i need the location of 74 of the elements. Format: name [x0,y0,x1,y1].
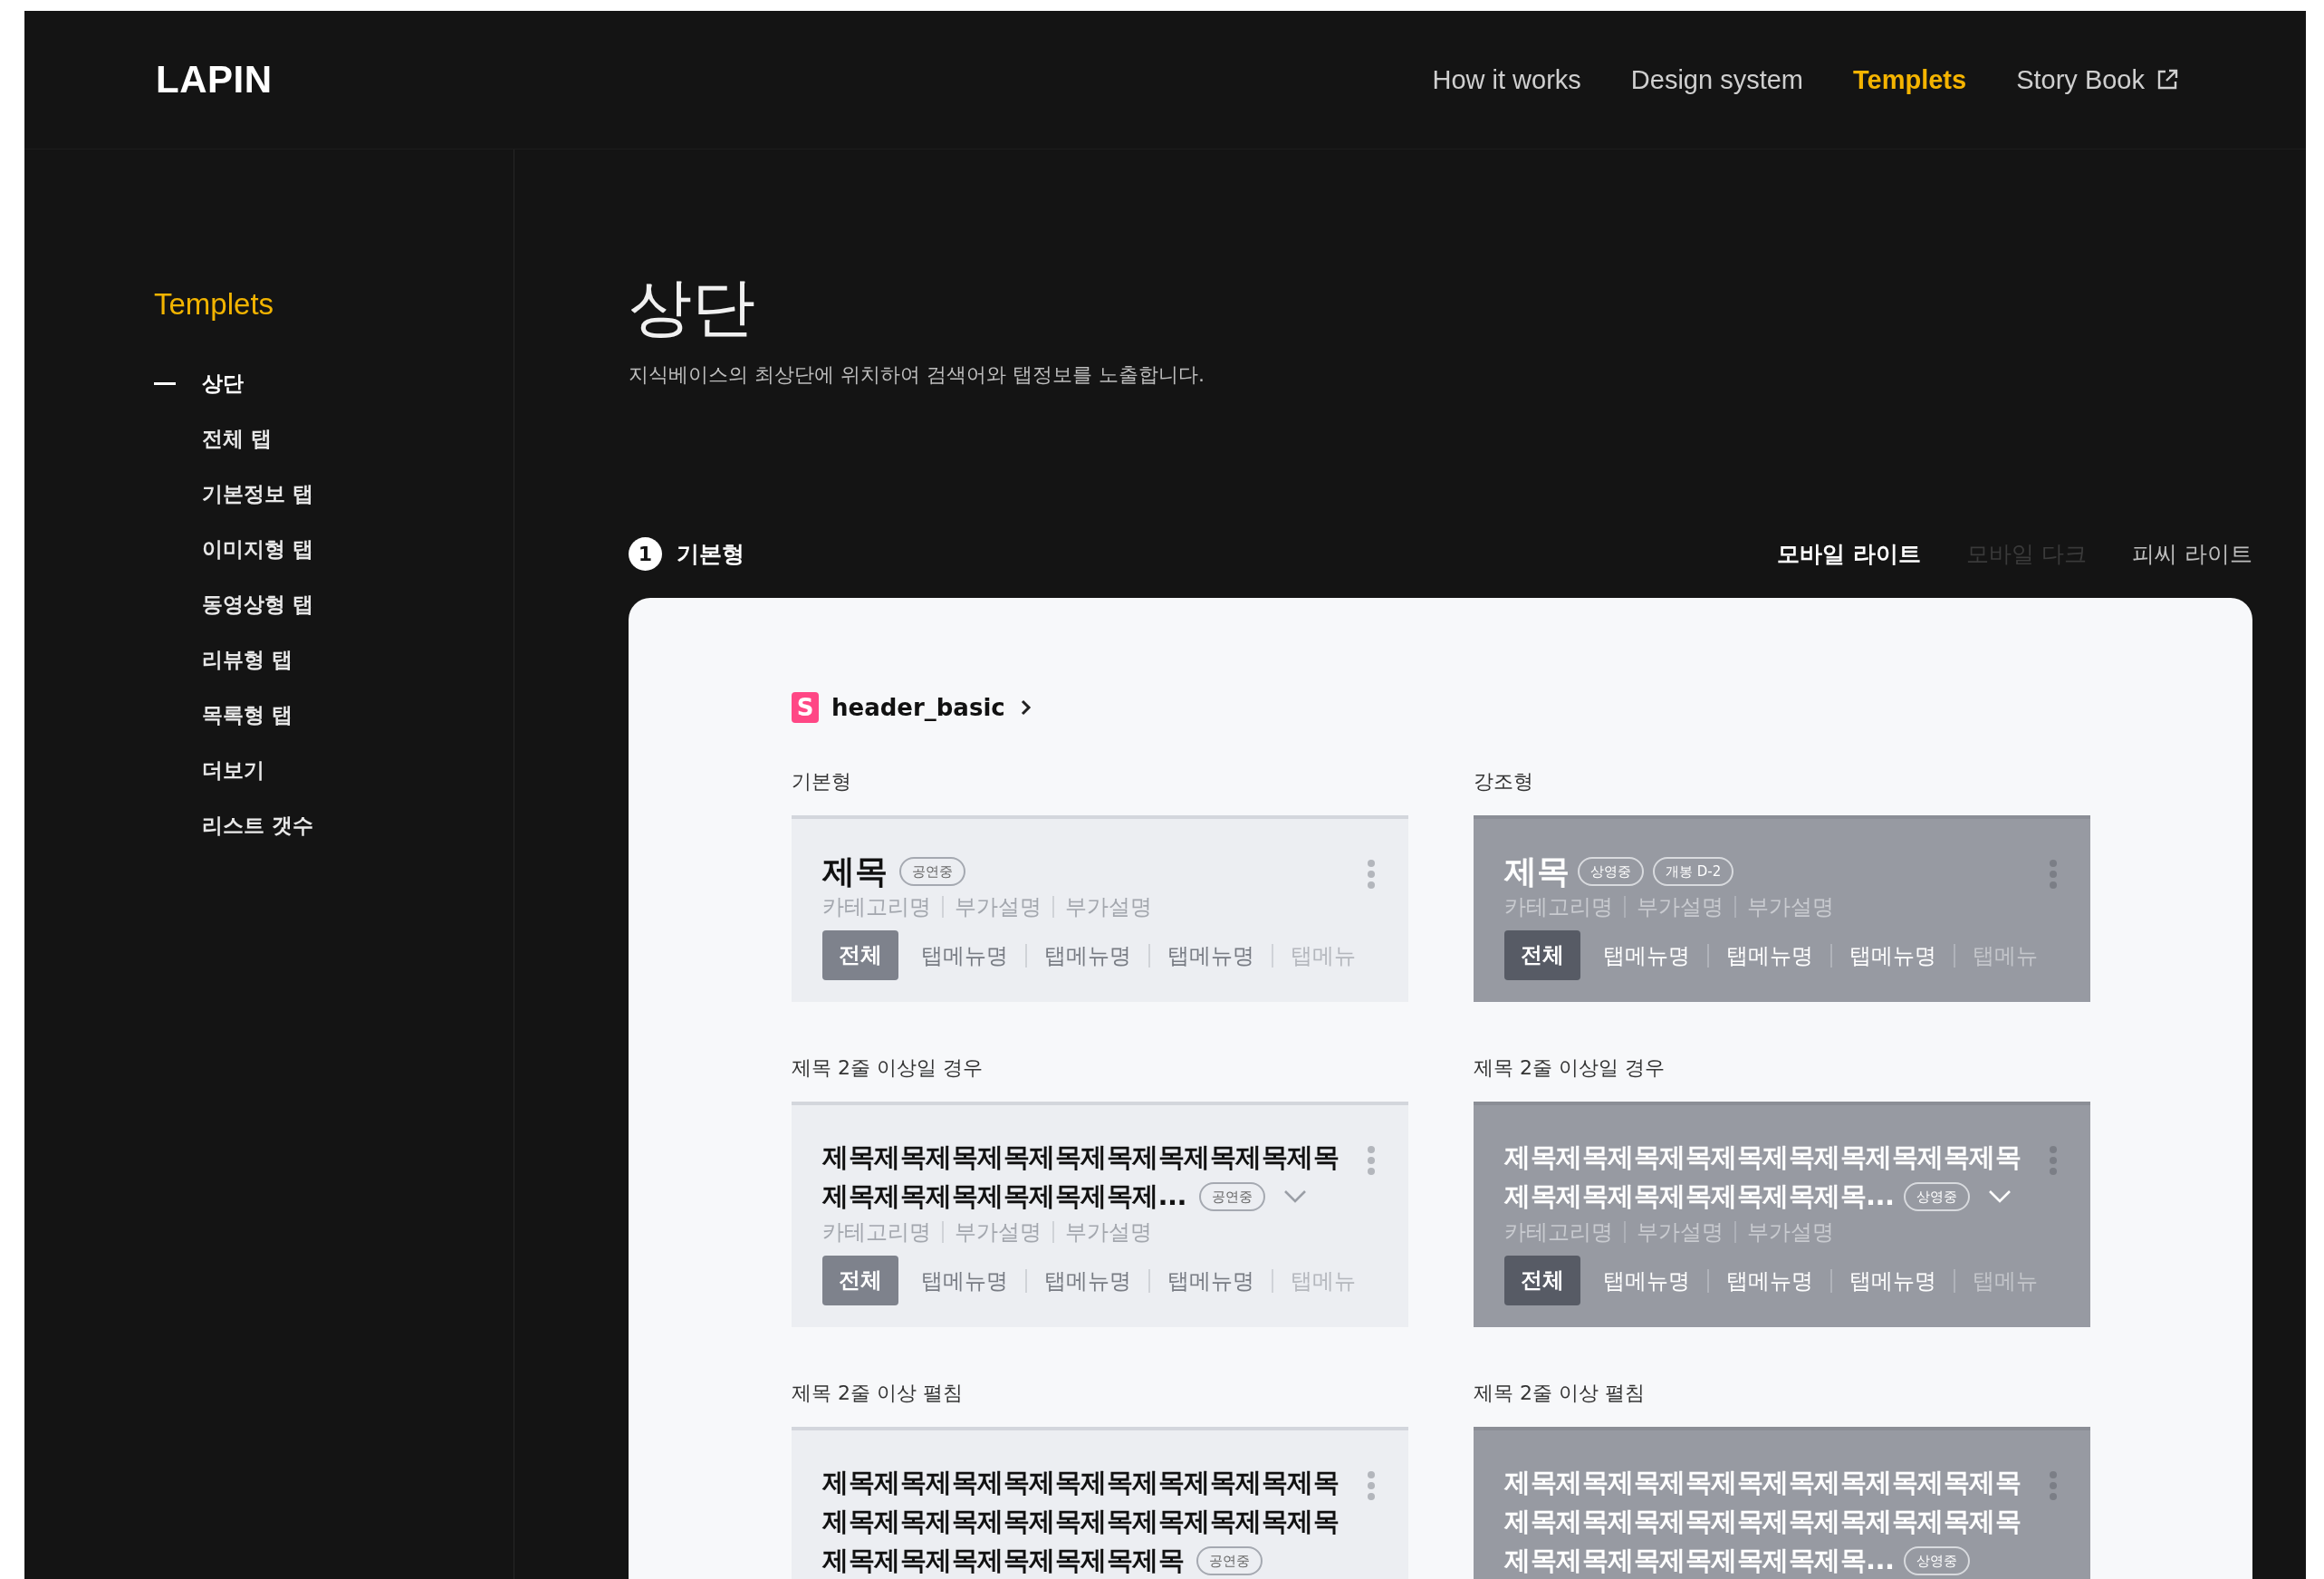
chevron-down-icon [1987,1189,2012,1204]
status-badge: 개봉 D-2 [1653,856,1734,886]
tab[interactable]: 탭메뉴명 [1148,1268,1272,1293]
meta-text: 부가설명 [1052,1221,1163,1243]
sidebar-item[interactable]: 동영상형 탭 [154,577,514,632]
example-label: 강조형 [1474,769,1534,794]
card-title: 제목제목제목제목제목제목제목제목제목제목 [822,1505,1339,1538]
example-label: 제목 2줄 이상 펼침 [792,1381,964,1406]
step-number: 1 [629,537,662,571]
example-label: 제목 2줄 이상일 경우 [792,1055,984,1081]
more-icon [1367,1145,1376,1176]
theme-tab[interactable]: 피씨 라이트 [2132,539,2252,569]
page-description: 지식베이스의 최상단에 위치하여 검색어와 탭정보를 노출합니다. [629,362,1205,388]
tab[interactable]: 전체 [822,1256,898,1305]
sidebar-item[interactable]: 리스트 갯수 [154,798,514,853]
sidebar-item[interactable]: 목록형 탭 [154,688,514,743]
more-icon [2049,1145,2058,1176]
section-title: 기본형 [677,540,744,569]
card-title: 제목제목제목제목제목제목제목제목제목제목 [1504,1141,2021,1174]
tab[interactable]: 탭메뉴명 [1148,943,1272,968]
meta-text: 카테고리명 [822,896,932,918]
tab[interactable]: 전체 [822,930,898,980]
sidebar-title: Templets [154,287,275,322]
card-title: 제목제목제목제목제목제목제목제목제목제목 [822,1141,1339,1174]
status-badge: 공연중 [1199,1181,1266,1211]
status-badge: 공연중 [899,856,965,886]
card-title: 제목제목제목제목제목제목제... [822,1179,1187,1213]
example-label: 기본형 [792,769,852,794]
logo[interactable]: LAPIN [156,58,273,101]
tab[interactable]: 탭메뉴명 [904,1268,1025,1293]
meta-text: 카테고리명 [822,1221,932,1243]
chevron-right-icon [1019,698,1032,717]
tab[interactable]: 전체 [1504,1256,1580,1305]
card-title: 제목제목제목제목제목제목제목제목제목제목 [1504,1466,2021,1499]
nav-link[interactable]: Templets [1853,64,1967,95]
meta-text: 부가설명 [942,1221,1052,1243]
status-badge: 상영중 [1578,856,1644,886]
more-icon [1367,1470,1376,1501]
s-logo-icon: S [792,692,819,723]
card-title: 제목 [822,852,887,891]
status-badge: 상영중 [1903,1545,1970,1575]
sidebar-item[interactable]: 전체 탭 [154,411,514,467]
chevron-down-icon [1283,1189,1308,1204]
more-icon [2049,1470,2058,1501]
sidebar-item[interactable]: 기본정보 탭 [154,467,514,522]
nav-link[interactable]: Story Book [2016,64,2179,95]
nav-link[interactable]: How it works [1432,64,1581,95]
nav-link[interactable]: Design system [1630,64,1803,95]
sidebar-item[interactable]: 리뷰형 탭 [154,632,514,688]
sidebar-item[interactable]: 이미지형 탭 [154,522,514,577]
meta-text: 부가설명 [942,896,1052,918]
tab[interactable]: 전체 [1504,930,1580,980]
example-label: 제목 2줄 이상 펼침 [1474,1381,1646,1406]
status-badge: 공연중 [1196,1545,1263,1575]
status-badge: 상영중 [1903,1181,1970,1211]
tab[interactable]: 탭메뉴명 [1025,1268,1148,1293]
more-icon [1367,859,1376,890]
tab[interactable]: 탭메뉴명 [904,943,1025,968]
card-title: 제목제목제목제목제목제목제목... [1504,1544,1895,1577]
card-title: 제목제목제목제목제목제목제목제목제목제목 [1504,1505,2021,1538]
theme-tab[interactable]: 모바일 라이트 [1777,539,1922,569]
external-link-icon [2156,68,2179,91]
page-title: 상단 [629,269,756,345]
card-title: 제목 [1504,852,1569,891]
card-title: 제목제목제목제목제목제목제목 [822,1544,1184,1577]
tab[interactable]: 탭메뉴명 [1025,943,1148,968]
card-title: 제목제목제목제목제목제목제목제목제목제목 [822,1466,1339,1499]
card-title: 제목제목제목제목제목제목제목... [1504,1179,1895,1213]
sidebar-item[interactable]: 상단 [154,356,514,411]
sidebar-item[interactable]: 더보기 [154,743,514,798]
example-label: 제목 2줄 이상일 경우 [1474,1055,1666,1081]
component-link[interactable]: header_basic [831,694,1005,721]
more-icon [2049,859,2058,890]
meta-text: 부가설명 [1052,896,1163,918]
